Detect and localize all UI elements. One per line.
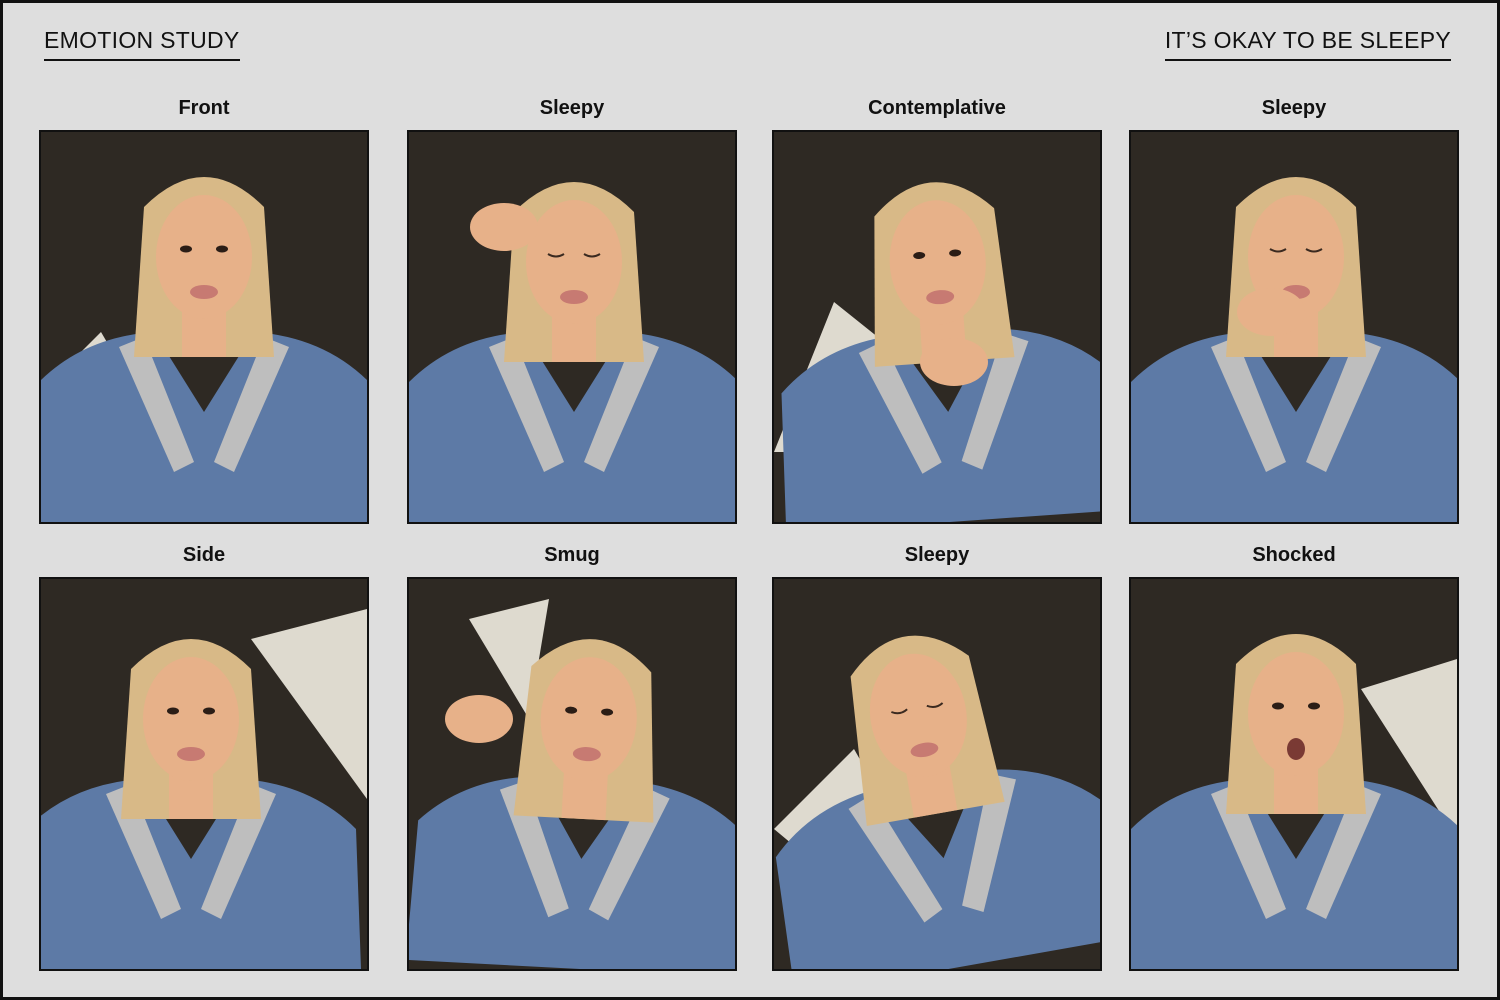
hand [1237,288,1305,336]
portrait-photo [39,577,369,971]
portrait-photo [772,130,1102,524]
hand [920,338,988,386]
portrait-illustration [1131,579,1457,969]
hand [470,203,538,251]
page-title-left: EMOTION STUDY [44,27,240,61]
eye-left [1272,702,1284,710]
portrait-photo [407,577,737,971]
photo-caption: Side [182,544,226,566]
portrait-illustration [1131,132,1457,522]
portrait-photo [39,130,369,524]
photo-caption: Smug [544,544,600,566]
portrait-illustration [774,132,1100,522]
page-frame: EMOTION STUDY IT’S OKAY TO BE SLEEPY Fro… [0,0,1500,1000]
eye-right [216,245,228,253]
portrait-illustration [774,579,1100,969]
page-title-right: IT’S OKAY TO BE SLEEPY [1164,27,1451,61]
face [143,657,239,781]
portrait-photo [772,577,1102,971]
portrait-illustration [41,579,367,969]
portrait-photo [1129,130,1459,524]
photo-caption: Sleepy [904,544,970,566]
portrait-illustration [409,579,735,969]
lips [177,747,205,761]
face [526,200,622,324]
eye-left [167,707,179,715]
eye-right [203,707,215,715]
portrait-illustration [409,132,735,522]
eye-right [1308,702,1320,710]
lips [190,285,218,299]
eye-left [180,245,192,253]
face [156,195,252,319]
photo-caption: Sleepy [1261,97,1327,119]
hand [445,695,513,743]
photo-caption: Contemplative [868,97,1006,119]
photo-caption: Front [178,97,230,119]
portrait-photo [407,130,737,524]
open-mouth [1287,738,1305,760]
portrait-illustration [41,132,367,522]
photo-caption: Shocked [1252,544,1336,566]
portrait-photo [1129,577,1459,971]
photo-caption: Sleepy [539,97,605,119]
lips [560,290,588,304]
